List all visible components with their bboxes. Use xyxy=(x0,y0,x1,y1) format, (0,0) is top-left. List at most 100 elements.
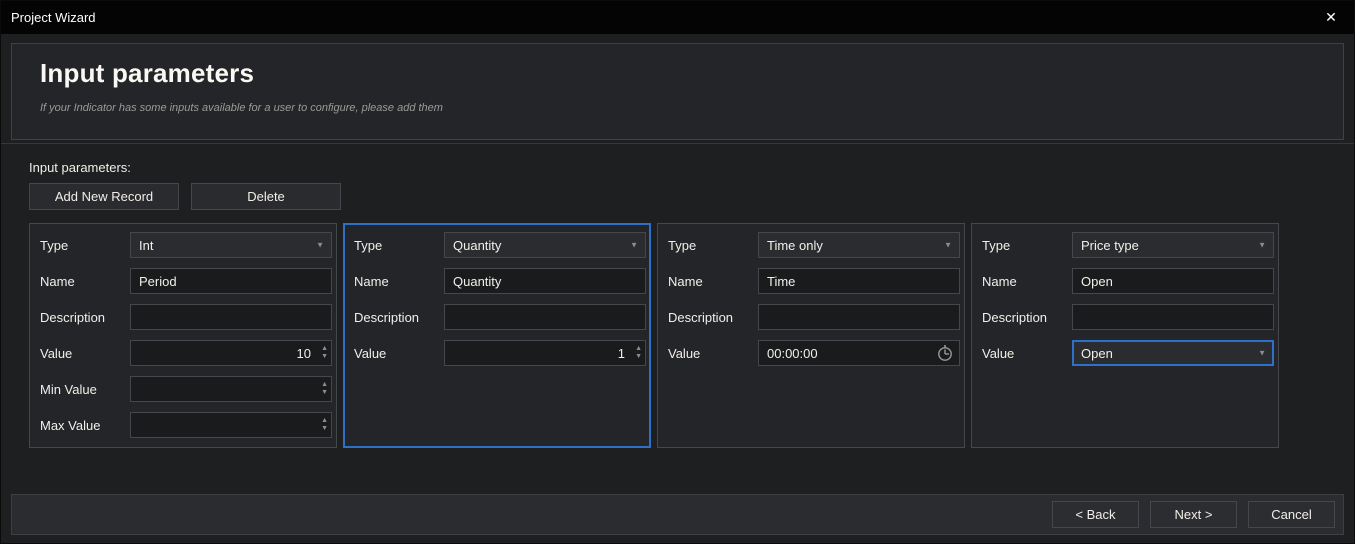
type-dropdown[interactable]: Price type ▼ xyxy=(1072,232,1274,258)
parameter-card-time[interactable]: Type Time only ▼ Name Description Value xyxy=(657,223,965,448)
value-label: Value xyxy=(982,346,1072,361)
value-spinner: ▲ ▼ xyxy=(635,341,642,365)
value-input[interactable] xyxy=(130,340,332,366)
footer-bar: < Back Next > Cancel xyxy=(11,494,1344,535)
close-icon: ✕ xyxy=(1325,9,1337,26)
type-row: Type Int ▼ xyxy=(40,232,332,258)
type-dropdown-value: Time only xyxy=(767,238,823,253)
footer-section: < Back Next > Cancel xyxy=(1,494,1354,543)
window-title: Project Wizard xyxy=(1,10,1308,25)
value-input[interactable] xyxy=(444,340,646,366)
page-title: Input parameters xyxy=(40,58,1343,89)
name-row: Name xyxy=(982,268,1274,294)
min-value-label: Min Value xyxy=(40,382,130,397)
page-subtitle: If your Indicator has some inputs availa… xyxy=(40,102,1343,114)
description-input[interactable] xyxy=(444,304,646,330)
description-input[interactable] xyxy=(758,304,960,330)
name-input[interactable] xyxy=(444,268,646,294)
spin-up-icon[interactable]: ▲ xyxy=(321,382,328,388)
spin-up-icon[interactable]: ▲ xyxy=(321,418,328,424)
description-row: Description xyxy=(354,304,646,330)
name-label: Name xyxy=(40,274,130,289)
toolbar: Add New Record Delete xyxy=(29,183,1326,210)
spin-down-icon[interactable]: ▼ xyxy=(321,390,328,396)
chevron-down-icon: ▼ xyxy=(316,241,324,250)
type-label: Type xyxy=(982,238,1072,253)
cancel-button[interactable]: Cancel xyxy=(1248,501,1335,528)
list-label: Input parameters: xyxy=(29,160,1326,175)
description-label: Description xyxy=(982,310,1072,325)
max-value-label: Max Value xyxy=(40,418,130,433)
name-label: Name xyxy=(354,274,444,289)
close-button[interactable]: ✕ xyxy=(1308,1,1354,34)
value-label: Value xyxy=(354,346,444,361)
type-row: Type Time only ▼ xyxy=(668,232,960,258)
project-wizard-window: Project Wizard ✕ Input parameters If you… xyxy=(0,0,1355,544)
value-dropdown-value: Open xyxy=(1081,346,1113,361)
name-label: Name xyxy=(982,274,1072,289)
clock-icon[interactable] xyxy=(936,344,954,362)
value-label: Value xyxy=(668,346,758,361)
value-row: Value Open ▼ xyxy=(982,340,1274,366)
type-dropdown-value: Price type xyxy=(1081,238,1139,253)
back-button[interactable]: < Back xyxy=(1052,501,1139,528)
value-row: Value ▲ ▼ xyxy=(40,340,332,366)
name-label: Name xyxy=(668,274,758,289)
description-row: Description xyxy=(668,304,960,330)
min-value-row: Min Value ▲ ▼ xyxy=(40,376,332,402)
spin-up-icon[interactable]: ▲ xyxy=(321,346,328,352)
name-input[interactable] xyxy=(1072,268,1274,294)
chevron-down-icon: ▼ xyxy=(944,241,952,250)
spin-down-icon[interactable]: ▼ xyxy=(321,426,328,432)
content-area: Input parameters: Add New Record Delete … xyxy=(1,144,1354,494)
max-value-spinner: ▲ ▼ xyxy=(321,413,328,437)
parameter-card-price-type[interactable]: Type Price type ▼ Name Description Value xyxy=(971,223,1279,448)
type-dropdown-value: Int xyxy=(139,238,153,253)
type-dropdown-value: Quantity xyxy=(453,238,501,253)
value-dropdown[interactable]: Open ▼ xyxy=(1072,340,1274,366)
next-button[interactable]: Next > xyxy=(1150,501,1237,528)
type-dropdown[interactable]: Quantity ▼ xyxy=(444,232,646,258)
description-row: Description xyxy=(982,304,1274,330)
description-input[interactable] xyxy=(1072,304,1274,330)
type-dropdown[interactable]: Int ▼ xyxy=(130,232,332,258)
description-label: Description xyxy=(40,310,130,325)
title-bar: Project Wizard ✕ xyxy=(1,1,1354,34)
name-row: Name xyxy=(40,268,332,294)
description-row: Description xyxy=(40,304,332,330)
spin-up-icon[interactable]: ▲ xyxy=(635,346,642,352)
value-row: Value xyxy=(668,340,960,366)
type-dropdown[interactable]: Time only ▼ xyxy=(758,232,960,258)
min-value-input[interactable] xyxy=(130,376,332,402)
parameter-card-quantity[interactable]: Type Quantity ▼ Name Description Value xyxy=(343,223,651,448)
type-row: Type Price type ▼ xyxy=(982,232,1274,258)
add-new-record-button[interactable]: Add New Record xyxy=(29,183,179,210)
type-label: Type xyxy=(354,238,444,253)
parameter-cards: Type Int ▼ Name Description Value xyxy=(29,223,1326,448)
name-row: Name xyxy=(668,268,960,294)
delete-button[interactable]: Delete xyxy=(191,183,341,210)
parameter-card-int[interactable]: Type Int ▼ Name Description Value xyxy=(29,223,337,448)
header-section: Input parameters If your Indicator has s… xyxy=(1,34,1354,140)
time-input[interactable] xyxy=(758,340,960,366)
spin-down-icon[interactable]: ▼ xyxy=(635,354,642,360)
header-panel: Input parameters If your Indicator has s… xyxy=(11,43,1344,140)
name-input[interactable] xyxy=(758,268,960,294)
value-row: Value ▲ ▼ xyxy=(354,340,646,366)
description-label: Description xyxy=(668,310,758,325)
name-row: Name xyxy=(354,268,646,294)
spin-down-icon[interactable]: ▼ xyxy=(321,354,328,360)
max-value-row: Max Value ▲ ▼ xyxy=(40,412,332,438)
chevron-down-icon: ▼ xyxy=(1258,349,1266,358)
type-label: Type xyxy=(668,238,758,253)
description-input[interactable] xyxy=(130,304,332,330)
value-spinner: ▲ ▼ xyxy=(321,341,328,365)
value-label: Value xyxy=(40,346,130,361)
max-value-input[interactable] xyxy=(130,412,332,438)
chevron-down-icon: ▼ xyxy=(1258,241,1266,250)
name-input[interactable] xyxy=(130,268,332,294)
description-label: Description xyxy=(354,310,444,325)
min-value-spinner: ▲ ▼ xyxy=(321,377,328,401)
chevron-down-icon: ▼ xyxy=(630,241,638,250)
type-label: Type xyxy=(40,238,130,253)
